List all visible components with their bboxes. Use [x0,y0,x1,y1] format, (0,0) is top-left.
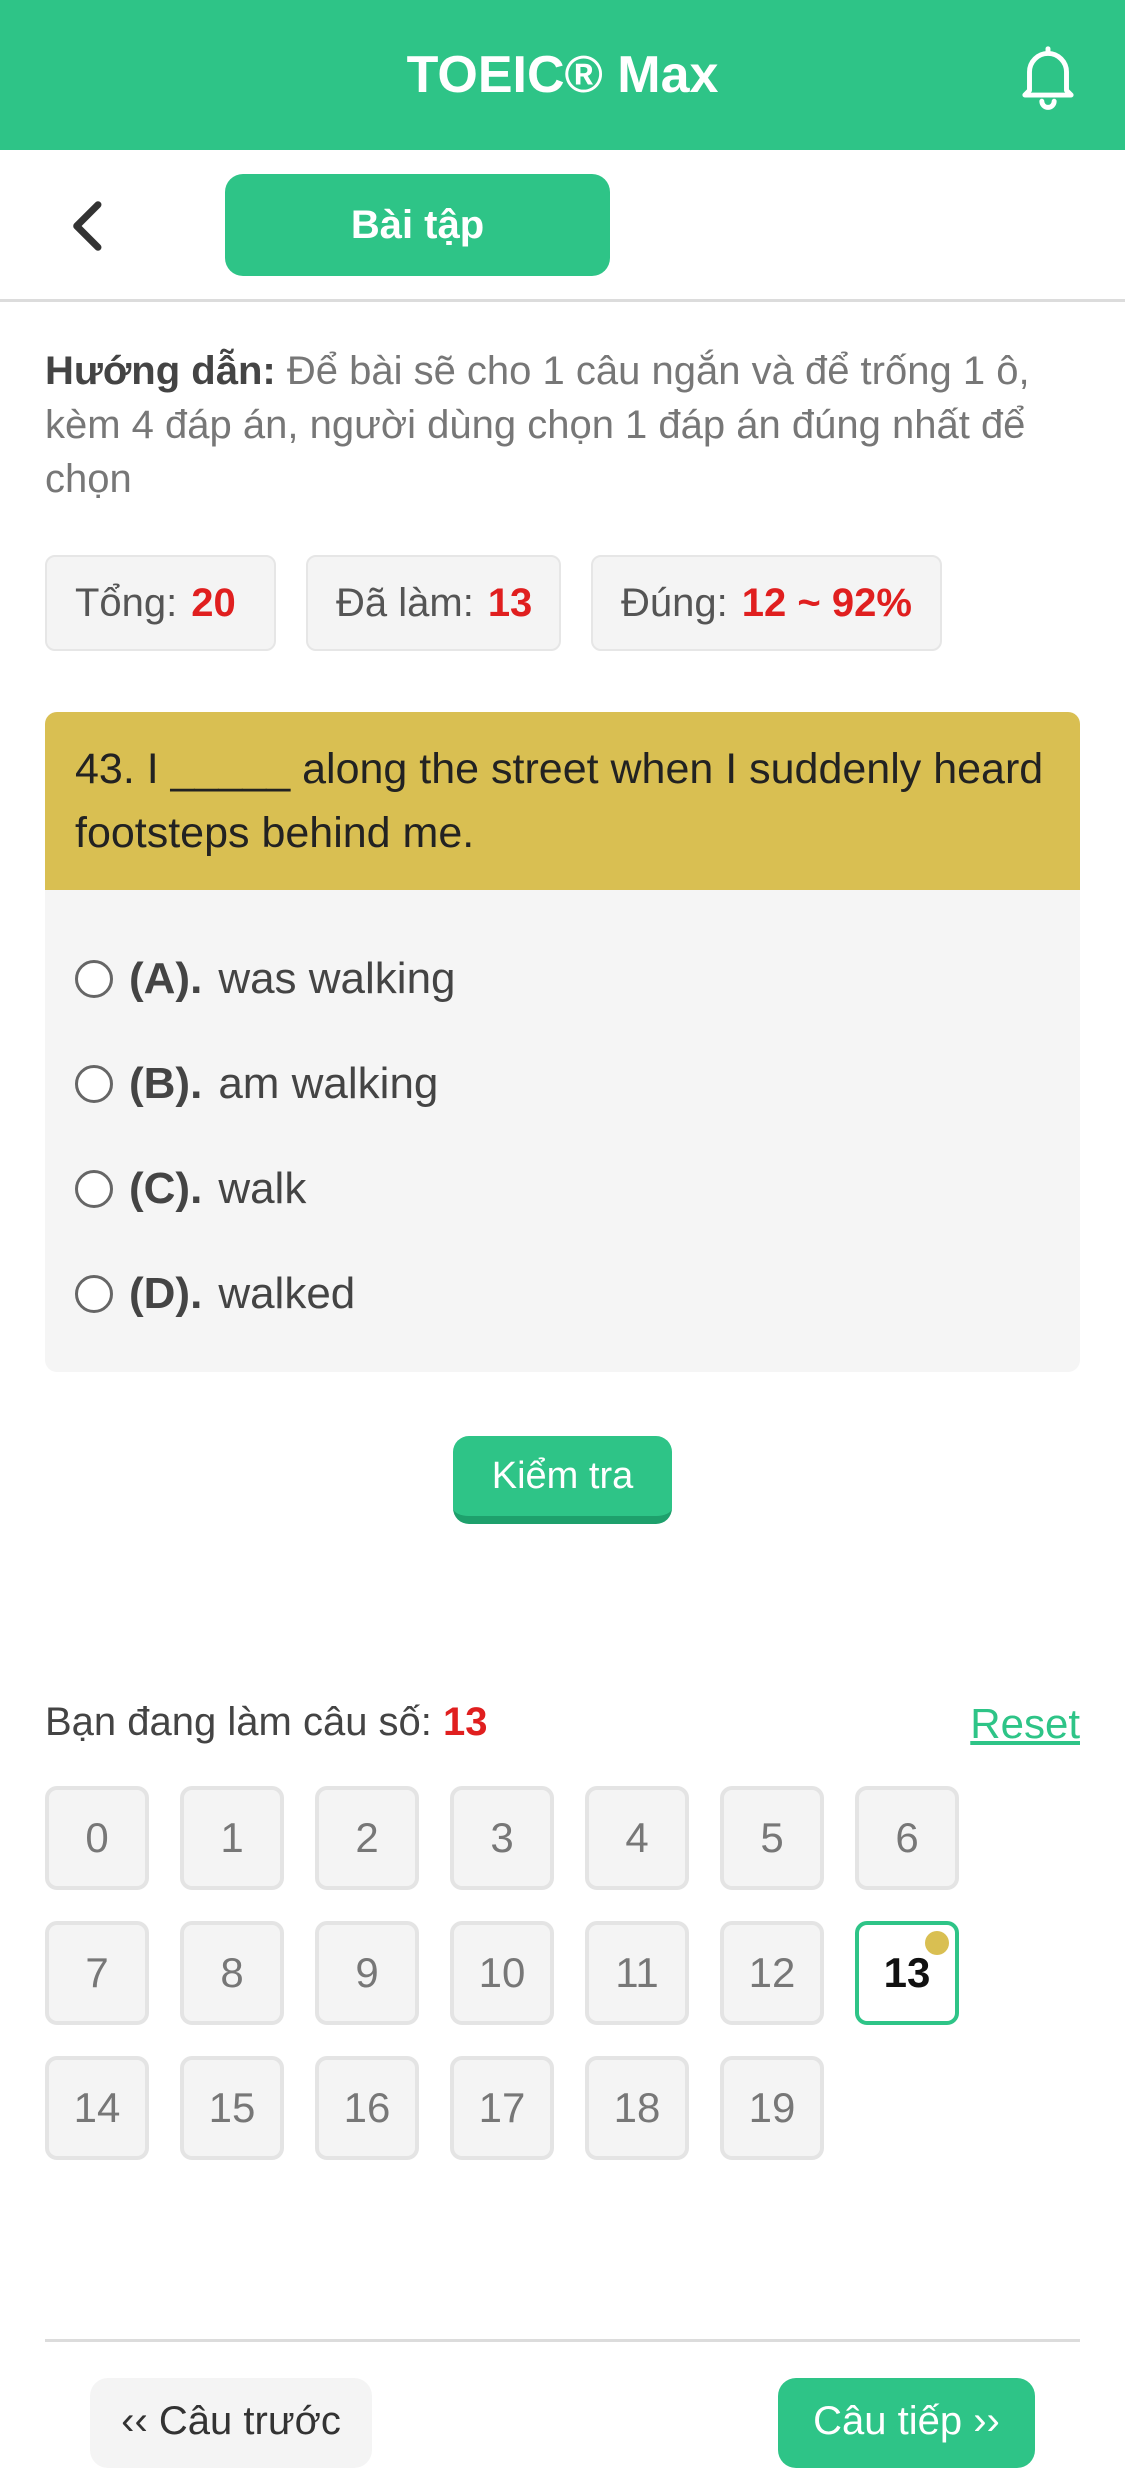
option-a[interactable]: (A). was walking [75,944,1050,1014]
question-cell-label: 19 [748,2084,796,2131]
reset-link[interactable]: Reset [970,1700,1080,1748]
next-question-button[interactable]: Câu tiếp ›› [778,2378,1035,2468]
question-cell-5[interactable]: 5 [720,1786,824,1890]
instruction: Hướng dẫn: Để bài sẽ cho 1 câu ngắn và đ… [45,344,1080,506]
question-cell-2[interactable]: 2 [315,1786,419,1890]
option-text: walked [218,1269,356,1318]
tab-exercises[interactable]: Bài tập [225,174,610,276]
question-cell-19[interactable]: 19 [720,2056,824,2160]
stat-done-label: Đã làm: [336,581,474,625]
question-cell-label: 15 [208,2084,256,2131]
question-cell-label: 17 [478,2084,526,2131]
question-cell-label: 8 [220,1949,244,1996]
question-cell-label: 6 [895,1814,919,1861]
toolbar: Bài tập [0,150,1125,302]
question-cell-label: 16 [343,2084,391,2131]
option-text: am walking [218,1059,439,1108]
question-cell-label: 12 [748,1949,796,1996]
check-button[interactable]: Kiểm tra [453,1436,672,1524]
question-cell-label: 7 [85,1949,109,1996]
question-cell-13[interactable]: 13 [855,1921,959,2025]
footer-divider [45,2339,1080,2342]
question-cell-label: 14 [73,2084,121,2131]
question-cell-label: 18 [613,2084,661,2131]
option-text: was walking [218,954,456,1003]
stat-total-value: 20 [191,581,236,625]
instruction-label: Hướng dẫn: [45,349,276,393]
stat-done: Đã làm: 13 [306,555,561,651]
option-letter: (D). [129,1269,203,1318]
question-cell-label: 5 [760,1814,784,1861]
app-title: TOEIC® Max [406,46,719,104]
option-d[interactable]: (D). walked [75,1259,1050,1329]
question-card: 43. I _____ along the street when I sudd… [45,712,1080,1372]
stat-correct-value: 12 ~ 92% [741,581,912,625]
question-cell-4[interactable]: 4 [585,1786,689,1890]
bell-icon[interactable] [1011,38,1085,112]
radio-icon[interactable] [75,960,113,998]
radio-icon[interactable] [75,1275,113,1313]
question-cell-15[interactable]: 15 [180,2056,284,2160]
chevron-left-icon[interactable] [58,194,122,258]
option-text: walk [218,1164,307,1213]
previous-question-button[interactable]: ‹‹ Câu trước [90,2378,372,2468]
progress-current: 13 [443,1700,488,1744]
question-cell-label: 3 [490,1814,514,1861]
current-indicator-dot [925,1931,949,1955]
question-cell-14[interactable]: 14 [45,2056,149,2160]
option-c[interactable]: (C). walk [75,1154,1050,1224]
question-cell-label: 1 [220,1814,244,1861]
question-cell-label: 10 [478,1949,526,1996]
stat-done-value: 13 [487,581,533,625]
question-cell-label: 9 [355,1949,379,1996]
question-cell-label: 4 [625,1814,649,1861]
option-letter: (A). [129,954,203,1003]
question-cell-17[interactable]: 17 [450,2056,554,2160]
question-cell-8[interactable]: 8 [180,1921,284,2025]
option-letter: (B). [129,1059,203,1108]
question-cell-10[interactable]: 10 [450,1921,554,2025]
question-cell-6[interactable]: 6 [855,1786,959,1890]
radio-icon[interactable] [75,1065,113,1103]
stat-total-label: Tổng: [75,581,178,625]
question-cell-7[interactable]: 7 [45,1921,149,2025]
stat-correct-label: Đúng: [621,581,728,625]
stat-correct: Đúng: 12 ~ 92% [591,555,942,651]
question-cell-1[interactable]: 1 [180,1786,284,1890]
question-cell-label: 11 [615,1949,659,1996]
radio-icon[interactable] [75,1170,113,1208]
question-cell-9[interactable]: 9 [315,1921,419,2025]
progress-label: Bạn đang làm câu số: 13 [45,1700,488,1745]
stat-total: Tổng: 20 [45,555,276,651]
question-cell-18[interactable]: 18 [585,2056,689,2160]
question-cell-16[interactable]: 16 [315,2056,419,2160]
app-header: TOEIC® Max [0,0,1125,150]
question-cell-0[interactable]: 0 [45,1786,149,1890]
question-text: 43. I _____ along the street when I sudd… [45,712,1080,890]
question-cell-3[interactable]: 3 [450,1786,554,1890]
question-cell-label: 2 [355,1814,379,1861]
question-cell-label: 13 [883,1949,931,1996]
progress-text: Bạn đang làm câu số: [45,1700,432,1744]
option-letter: (C). [129,1164,203,1213]
question-cell-12[interactable]: 12 [720,1921,824,2025]
question-cell-11[interactable]: 11 [585,1921,689,2025]
option-b[interactable]: (B). am walking [75,1049,1050,1119]
question-cell-label: 0 [85,1814,109,1861]
